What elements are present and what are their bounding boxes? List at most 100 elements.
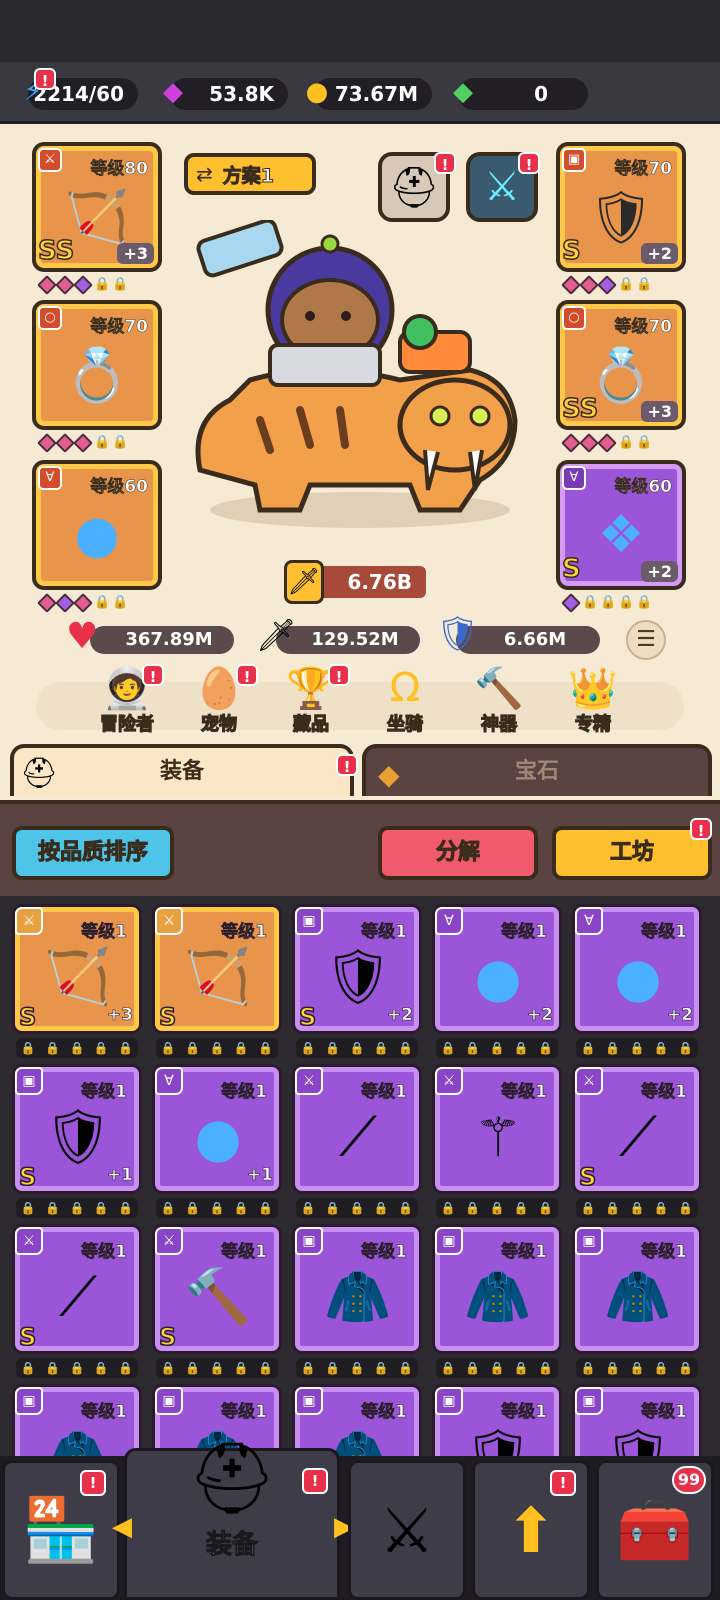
lock-icon: 🔒 [45, 1201, 61, 1215]
equip-slot-bracelet[interactable]: ○ 等级70 💍 SS +3 [556, 300, 686, 430]
equip-slot-amulet[interactable]: ∀ 等级60 ❖ S +2 [556, 460, 686, 590]
tab-equipment[interactable]: 装备 [10, 744, 354, 796]
helmet-tab-icon: ⛑ [20, 756, 59, 791]
lock-icon: 🔒 [678, 1201, 694, 1215]
lock-icon: 🔒 [160, 1361, 176, 1375]
shield-icon: 🛡 [436, 614, 480, 654]
lock-icon: 🔒 [258, 1361, 274, 1375]
menu-mastery[interactable]: 👑 专精 [558, 660, 628, 736]
lock-icon: 🔒 [538, 1361, 554, 1375]
lock-icon: 🔒 [538, 1041, 554, 1055]
lock-icon: 🔒 [69, 1201, 85, 1215]
inventory-item[interactable]: ▣ 等级1 🛡 S +1 [12, 1064, 142, 1194]
inventory-item[interactable]: ▣等级1🧥 [432, 1224, 562, 1354]
slot-plus: +3 [117, 243, 154, 264]
loadout-button[interactable]: ⇄ 方案1 [184, 153, 316, 195]
item-type-icon: ▣ [15, 1067, 43, 1095]
item-tier: S [158, 1322, 177, 1352]
inventory-item[interactable]: ▣等级1🧥 [572, 1224, 702, 1354]
item-plus: +3 [106, 1005, 134, 1026]
lock-icon: 🔒 [489, 1361, 505, 1375]
equip-slot-weapon[interactable]: ⚔ 等级80 🏹 SS +3 [32, 142, 162, 272]
knight-helmet-nav-icon: ⛑ [187, 1437, 277, 1519]
lock-icon: 🔒 [69, 1361, 85, 1375]
lock-icon: 🔒 [605, 1201, 621, 1215]
item-type-icon: ▣ [15, 1387, 43, 1415]
status-bar [0, 0, 720, 62]
resource-bar: 2214/60 ⚡ ! 53.8K ◆ 73.67M ● 0 ◆ [0, 62, 720, 124]
gem-cube-add-icon[interactable]: ◆ [154, 72, 192, 112]
dismantle-button[interactable]: 分解 [378, 826, 538, 880]
swap-arrows-icon: ⇄ [196, 162, 213, 186]
lock-icon: 🔒 [20, 1361, 36, 1375]
item-plus: +1 [246, 1165, 274, 1186]
item-type-icon: ⚔ [155, 1227, 183, 1255]
sort-by-quality-button[interactable]: 按品质排序 [12, 826, 174, 880]
chest-count: 99 [677, 1470, 701, 1489]
workshop-button[interactable]: 工坊 [552, 826, 712, 880]
lock-icon: 🔒 [160, 1201, 176, 1215]
item-type-icon: ⚔ [435, 1067, 463, 1095]
gem-sockets: 🔒 🔒 [37, 275, 128, 295]
menu-artifact[interactable]: 🔨 神器 [464, 660, 534, 736]
tab-equipment-label: 装备 [159, 759, 204, 784]
inventory-item[interactable]: ▣ 等级1 🛡 S +2 [292, 904, 422, 1034]
item-type-icon: ▣ [295, 1227, 323, 1255]
hp-stat: 367.89M [90, 626, 234, 654]
helmet-alert-badge: ! [434, 152, 456, 174]
inventory-item[interactable]: ⚔ 等级1 🏹 S +3 [12, 904, 142, 1034]
lock-icon: 🔒 [440, 1041, 456, 1055]
attack-value: 129.52M [311, 629, 399, 650]
item-tier: S [18, 1322, 37, 1352]
inventory-item[interactable]: ∀ 等级1 ● +1 [152, 1064, 282, 1194]
inventory-item[interactable]: ⚔ 等级1 ⟋ [292, 1064, 422, 1194]
menu-mount[interactable]: Ω 坐骑 [370, 660, 440, 736]
gem-value: 53.8K [209, 82, 274, 106]
inventory-item[interactable]: ⚔ 等级1 ⟋ S [572, 1064, 702, 1194]
inventory-item[interactable]: ⚔ 等级1 ⟋ S [12, 1224, 142, 1354]
lock-icon: 🔒 [185, 1361, 201, 1375]
item-gem-locks: 🔒 🔒 🔒 🔒 🔒 [296, 1038, 418, 1058]
inventory-item[interactable]: ∀ 等级1 ● +2 [432, 904, 562, 1034]
equip-slot-ring[interactable]: ○ 等级70 💍 [32, 300, 162, 430]
lock-icon: 🔒 [300, 1201, 316, 1215]
lock-icon: 🔒 [349, 1361, 365, 1375]
lock-icon: 🔒 [440, 1201, 456, 1215]
crystal-add-icon[interactable]: ◆ [444, 72, 482, 112]
nav-battle[interactable]: ⚔ [348, 1460, 466, 1600]
ring-type-icon: ○ [562, 306, 586, 330]
inventory-item[interactable]: ▣等级1🧥 [292, 1224, 422, 1354]
sword-icon: 🗡 [256, 616, 297, 654]
sword-type-icon: ⚔ [38, 148, 62, 172]
item-gem-locks: 🔒 🔒 🔒 🔒 🔒 [576, 1038, 698, 1058]
item-type-icon: ∀ [155, 1067, 183, 1095]
item-gem-locks: 🔒 🔒 🔒 🔒 🔒 [16, 1198, 138, 1218]
inventory-item[interactable]: ⚔ 等级1 ⚚ [432, 1064, 562, 1194]
slot-tier: S [561, 235, 581, 267]
equip-slot-necklace[interactable]: ∀ 等级60 ● [32, 460, 162, 590]
lock-icon: 🔒 [580, 1201, 596, 1215]
lock-icon: 🔒 [653, 1361, 669, 1375]
inventory-item[interactable]: ⚔ 等级1 🔨 S [152, 1224, 282, 1354]
crossed-swords-icon: ⚔ [379, 1493, 435, 1567]
lock-icon: 🔒 [209, 1041, 225, 1055]
lock-icon: 🔒 [580, 1041, 596, 1055]
lock-icon: 🔒 [209, 1361, 225, 1375]
necklace-type-icon: ∀ [562, 466, 586, 490]
lock-icon: 🔒 [440, 1361, 456, 1375]
lock-icon: 🔒 [678, 1361, 694, 1375]
inventory-item[interactable]: ⚔ 等级1 🏹 S [152, 904, 282, 1034]
tab-gems-label: 宝石 [514, 759, 559, 784]
lock-icon: 🔒 [465, 1041, 481, 1055]
coin-add-icon[interactable]: ● [298, 72, 336, 112]
stats-detail-icon[interactable]: ☰ [626, 620, 666, 660]
power-sword-icon: 🗡 [284, 560, 324, 604]
item-tier: S [18, 1002, 37, 1032]
inventory-item[interactable]: ∀ 等级1 ● +2 [572, 904, 702, 1034]
item-gem-locks: 🔒 🔒 🔒 🔒 🔒 [436, 1038, 558, 1058]
defense-value: 6.66M [503, 629, 567, 650]
item-gem-locks: 🔒 🔒 🔒 🔒 🔒 [296, 1358, 418, 1378]
equip-slot-armor[interactable]: ▣ 等级70 🛡 S +2 [556, 142, 686, 272]
gem-tab-icon: ◆ [378, 758, 400, 791]
tab-gems[interactable]: 宝石 [362, 744, 712, 796]
